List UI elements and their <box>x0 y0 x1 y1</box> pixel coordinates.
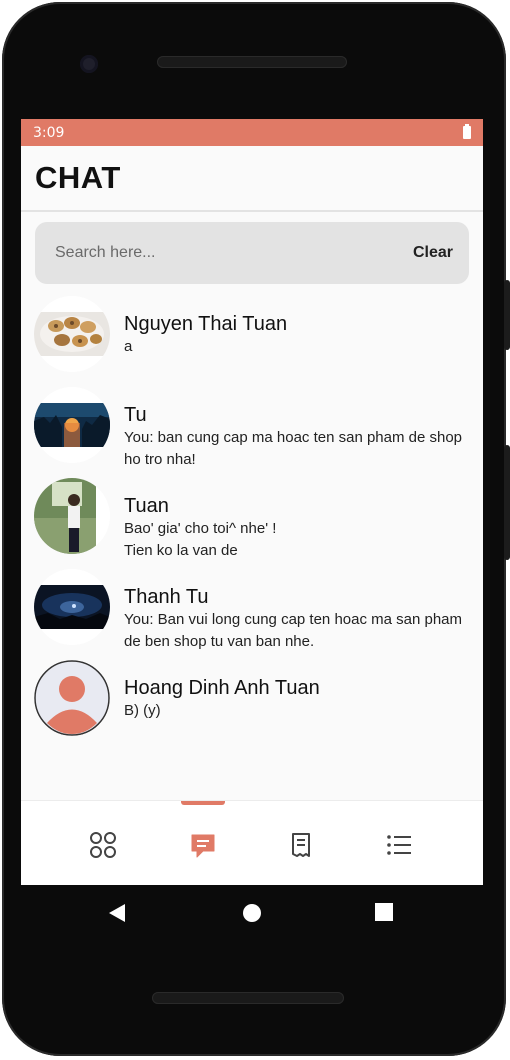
person-photo-avatar <box>34 478 110 554</box>
sunset-landscape-avatar <box>34 387 110 463</box>
battery-icon <box>463 124 471 139</box>
recents-icon[interactable] <box>375 903 393 921</box>
chat-item[interactable]: Thanh Tu You: Ban vui long cung cap ten … <box>21 569 483 660</box>
chat-last-message: B) (y) <box>124 702 161 719</box>
chat-last-message-line: Bao' gia' cho toi^ nhe' ! <box>124 520 277 537</box>
night-sky-avatar <box>34 569 110 645</box>
chat-name: Tuan <box>124 495 169 517</box>
chat-text: Tu You: ban cung cap ma hoac ten san pha… <box>124 387 464 471</box>
top-speaker <box>157 56 347 68</box>
volume-button <box>504 445 510 560</box>
app-header: CHAT <box>21 146 483 212</box>
grid-icon <box>90 832 116 858</box>
home-icon[interactable] <box>242 903 262 923</box>
chat-last-message: You: Ban vui long cung cap ten hoac ma s… <box>124 611 463 650</box>
app-screen: 3:09 CHAT Clear <box>21 119 483 885</box>
page-title: CHAT <box>35 160 121 195</box>
chat-item[interactable]: Tu You: ban cung cap ma hoac ten san pha… <box>21 387 483 478</box>
system-nav-bar <box>0 885 510 940</box>
receipt-icon <box>292 833 310 857</box>
status-time: 3:09 <box>33 124 65 141</box>
chat-text: Hoang Dinh Anh Tuan B) (y) <box>124 660 464 722</box>
chat-text: Nguyen Thai Tuan a <box>124 296 464 358</box>
chat-name: Nguyen Thai Tuan <box>124 313 288 335</box>
list-icon <box>387 835 411 855</box>
chat-icon <box>191 834 215 858</box>
back-icon[interactable] <box>107 903 127 923</box>
nav-tab-list[interactable] <box>379 825 419 865</box>
nav-tab-chat[interactable] <box>183 825 223 865</box>
search-bar: Clear <box>35 222 469 284</box>
chat-list: Nguyen Thai Tuan a Tu You: ban cung cap … <box>21 296 483 751</box>
chat-last-message-line: Tien ko la van de <box>124 542 238 559</box>
chat-last-message: a <box>124 338 133 355</box>
default-user-avatar <box>34 660 110 736</box>
active-tab-indicator <box>181 801 225 805</box>
nav-tab-orders[interactable] <box>281 825 321 865</box>
front-camera <box>80 55 98 73</box>
chat-item[interactable]: Nguyen Thai Tuan a <box>21 296 483 387</box>
chat-text: Thanh Tu You: Ban vui long cung cap ten … <box>124 569 464 653</box>
chat-name: Thanh Tu <box>124 586 209 608</box>
status-bar: 3:09 <box>21 119 483 146</box>
bottom-speaker <box>152 992 344 1004</box>
chat-item[interactable]: Tuan Bao' gia' cho toi^ nhe' ! Tien ko l… <box>21 478 483 569</box>
chat-item[interactable]: Hoang Dinh Anh Tuan B) (y) <box>21 660 483 751</box>
phone-frame: 3:09 CHAT Clear <box>0 0 510 1060</box>
chat-name: Tu <box>124 404 147 426</box>
food-photo-avatar <box>34 296 110 372</box>
nav-tab-home[interactable] <box>83 825 123 865</box>
chat-text: Tuan Bao' gia' cho toi^ nhe' ! Tien ko l… <box>124 478 464 562</box>
chat-last-message: You: ban cung cap ma hoac ten san pham d… <box>124 429 463 468</box>
bottom-nav <box>21 800 483 885</box>
search-input[interactable] <box>53 243 357 263</box>
power-button <box>504 280 510 350</box>
clear-button[interactable]: Clear <box>413 244 453 262</box>
chat-name: Hoang Dinh Anh Tuan <box>124 677 320 699</box>
